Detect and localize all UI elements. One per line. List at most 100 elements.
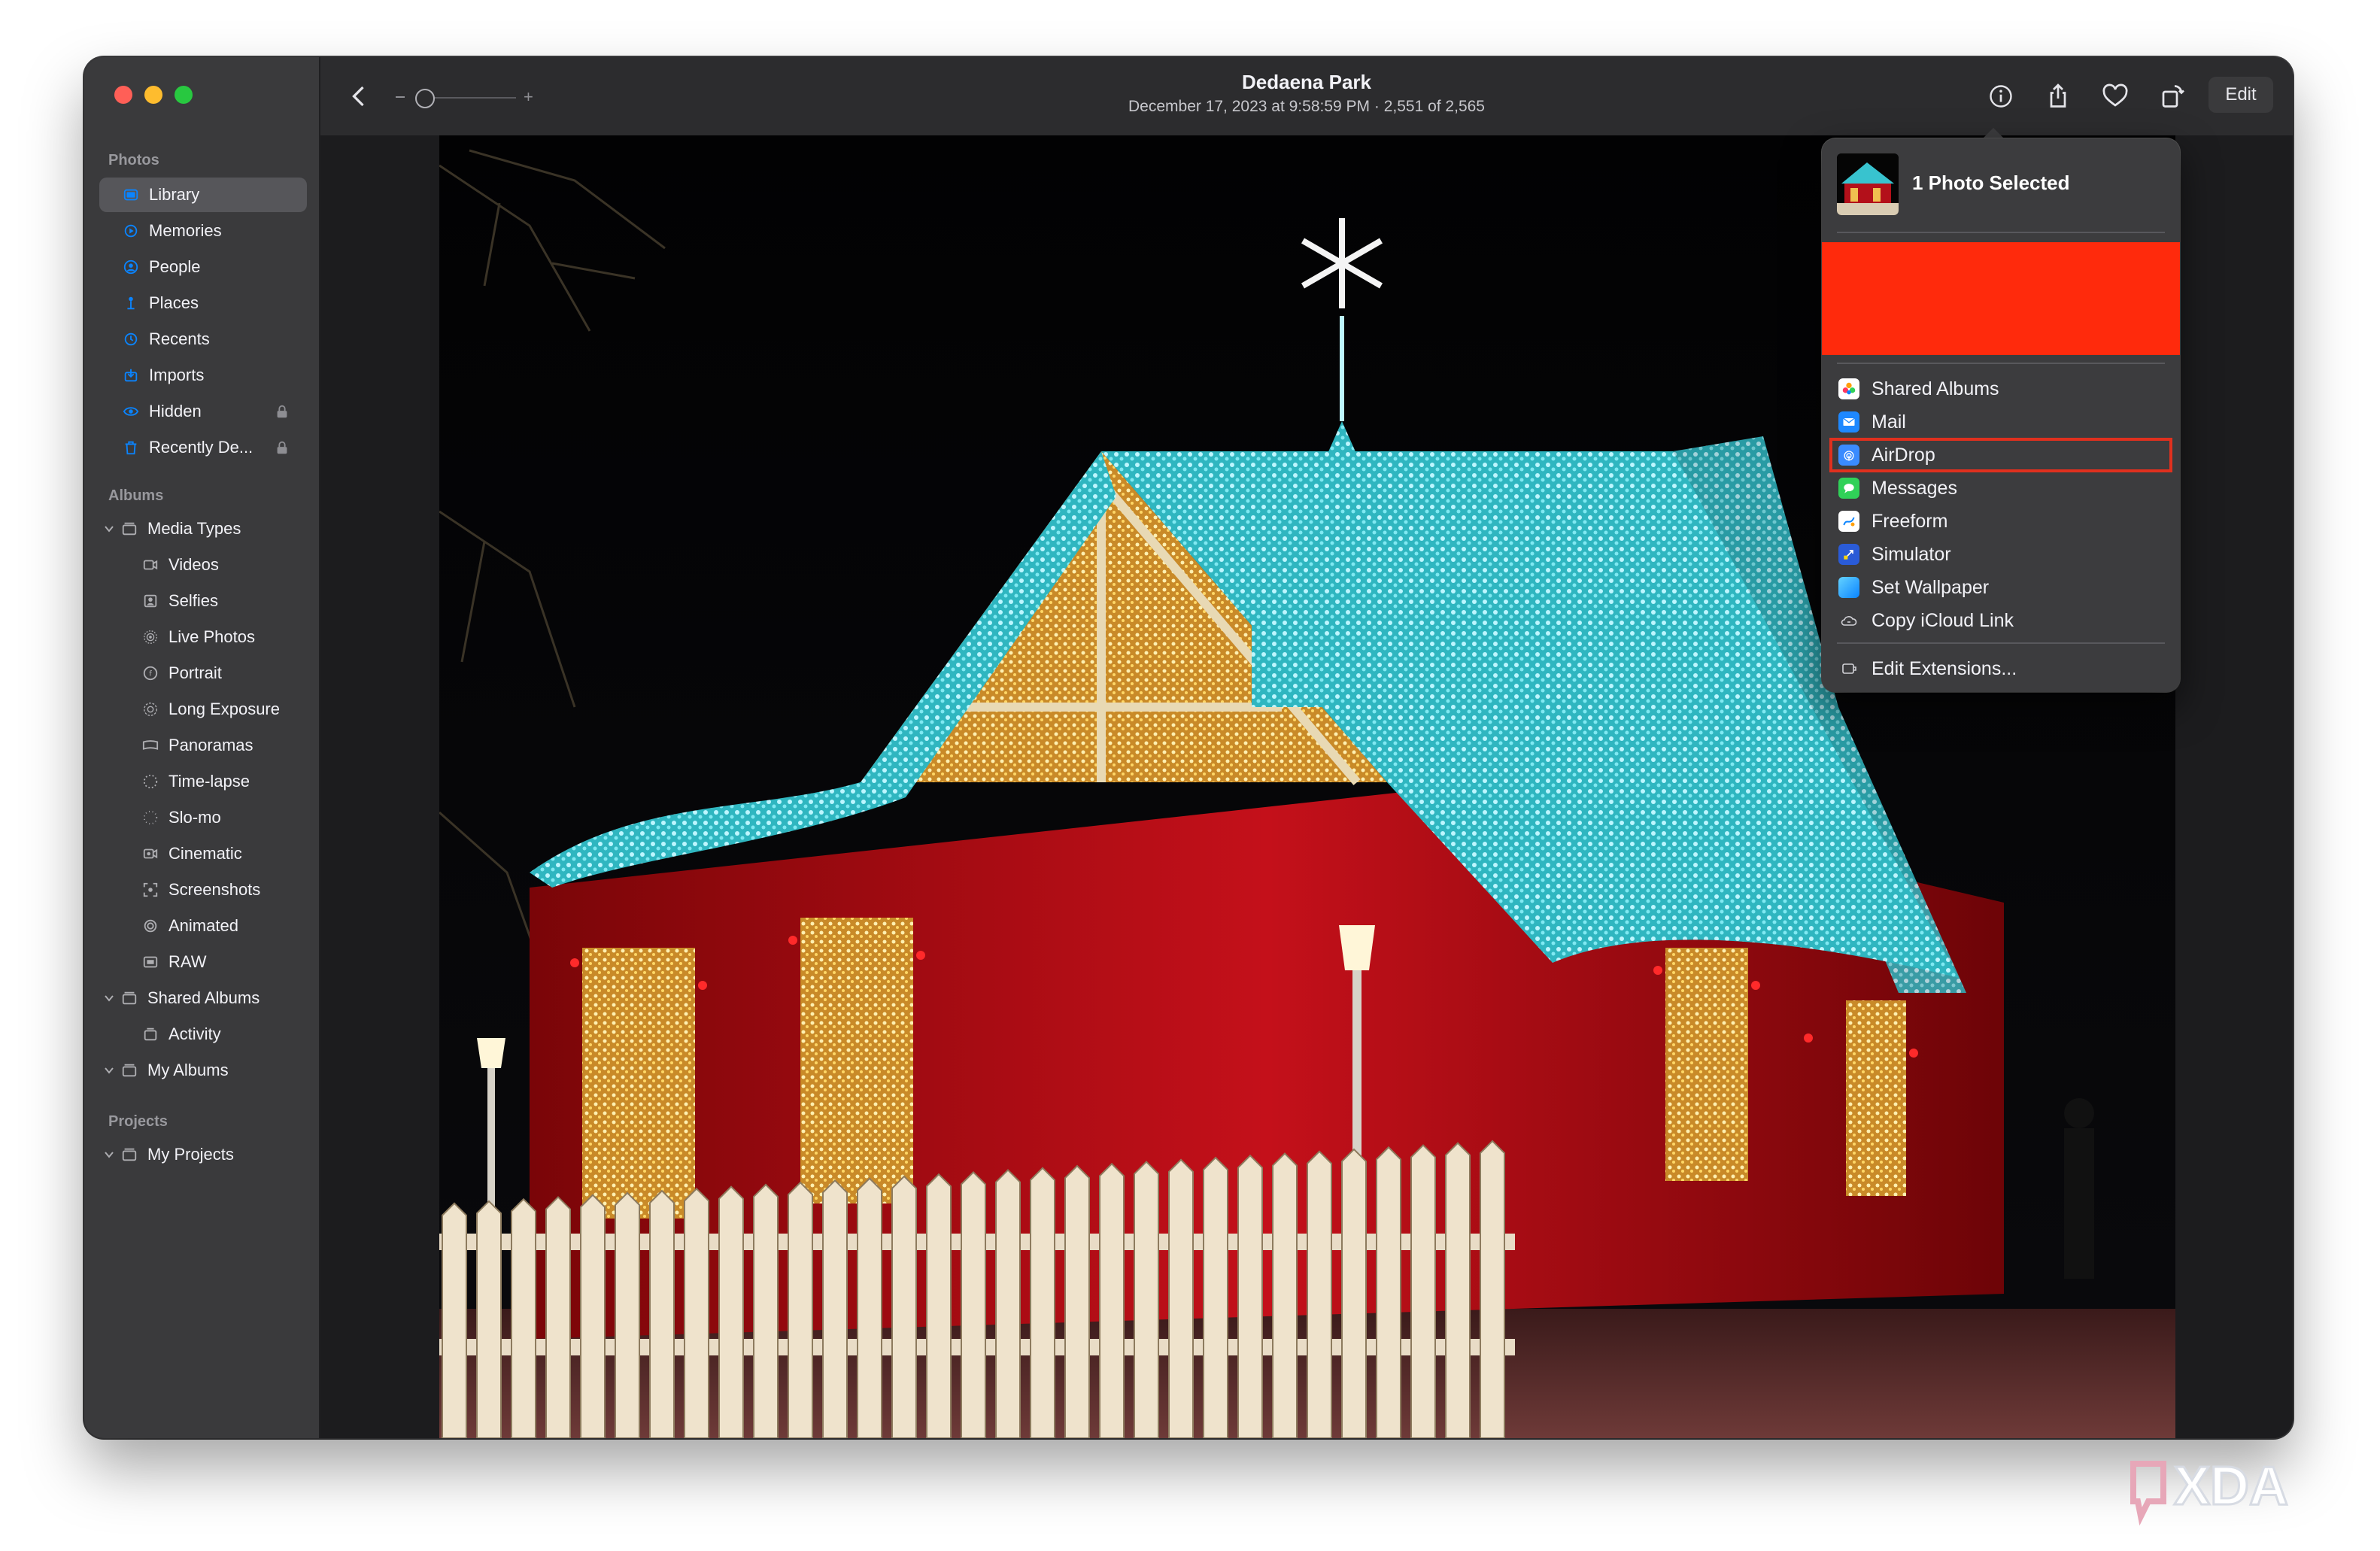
sidebar-item-label: Panoramas (168, 736, 253, 754)
share-item-mail[interactable]: Mail (1831, 406, 2171, 438)
sidebar-item-recently-deleted[interactable]: Recently De... (99, 430, 307, 465)
share-item-label: Copy iCloud Link (1872, 609, 2014, 631)
sidebar-item-library[interactable]: Library (99, 178, 307, 212)
lock-icon (277, 405, 287, 418)
close-window-button[interactable] (114, 86, 132, 104)
fence-picket (1272, 1152, 1298, 1438)
sidebar-item-recents[interactable]: Recents (99, 322, 307, 357)
long-exposure-icon (141, 700, 159, 718)
sidebar-item-screenshots[interactable]: Screenshots (99, 873, 307, 907)
sidebar-item-videos[interactable]: Videos (99, 548, 307, 582)
sidebar-item-cinematic[interactable]: Cinematic (99, 836, 307, 871)
share-item-set-wallpaper[interactable]: Set Wallpaper (1831, 572, 2171, 603)
fence-picket (718, 1185, 744, 1438)
edit-extensions-item[interactable]: Edit Extensions... (1831, 653, 2171, 684)
sidebar-item-activity[interactable]: Activity (99, 1017, 307, 1052)
folder-icon (120, 520, 138, 538)
share-button[interactable] (2042, 80, 2075, 113)
sidebar-item-animated[interactable]: Animated (99, 909, 307, 943)
extensions-icon (1838, 658, 1859, 679)
fence-picket (1376, 1146, 1401, 1438)
fence-picket (961, 1170, 986, 1438)
messages-icon (1838, 478, 1859, 499)
favorite-button[interactable] (2099, 80, 2132, 113)
screenshots-icon (141, 881, 159, 899)
sidebar-item-label: Cinematic (168, 844, 242, 863)
sidebar-item-portrait[interactable]: f Portrait (99, 656, 307, 691)
sidebar-item-media-types[interactable]: Media Types (99, 511, 307, 546)
fence-picket (857, 1177, 882, 1438)
chevron-down-icon[interactable] (102, 522, 116, 536)
rotate-button[interactable] (2156, 80, 2189, 113)
people-icon (122, 258, 140, 276)
edit-button[interactable]: Edit (2208, 77, 2273, 113)
share-item-label: Simulator (1872, 543, 1951, 565)
zoom-window-button[interactable] (175, 86, 193, 104)
fence-picket (753, 1183, 779, 1438)
sidebar-item-label: RAW (168, 952, 207, 971)
share-item-simulator[interactable]: Simulator (1831, 539, 2171, 570)
sidebar-item-my-projects[interactable]: My Projects (99, 1137, 307, 1172)
chevron-down-icon[interactable] (102, 991, 116, 1005)
minimize-window-button[interactable] (144, 86, 162, 104)
raw-icon (141, 953, 159, 971)
sidebar-item-selfies[interactable]: Selfies (99, 584, 307, 618)
chevron-down-icon[interactable] (102, 1148, 116, 1161)
sidebar-item-label: Slo-mo (168, 808, 221, 827)
share-item-freeform[interactable]: Freeform (1831, 505, 2171, 537)
photo-thumbnail (1837, 153, 1899, 215)
sidebar-item-memories[interactable]: Memories (99, 214, 307, 248)
airdrop-icon (1838, 445, 1859, 466)
fence-picket (1203, 1156, 1228, 1438)
sidebar-item-label: Time-lapse (168, 772, 250, 791)
sidebar-item-time-lapse[interactable]: Time-lapse (99, 764, 307, 799)
sidebar-item-panoramas[interactable]: Panoramas (99, 728, 307, 763)
fence-picket (476, 1200, 502, 1438)
sidebar-item-my-albums[interactable]: My Albums (99, 1053, 307, 1088)
info-button[interactable] (1984, 80, 2017, 113)
fence-picket (1480, 1140, 1505, 1438)
activity-icon (141, 1025, 159, 1043)
sidebar-item-label: Screenshots (168, 880, 261, 899)
sidebar-item-imports[interactable]: Imports (99, 358, 307, 393)
rotate-icon (2162, 85, 2184, 108)
sidebar-item-live-photos[interactable]: Live Photos (99, 620, 307, 654)
sidebar-item-label: Selfies (168, 591, 219, 610)
videos-icon (141, 556, 159, 574)
sidebar-item-label: Recents (149, 329, 210, 348)
toolbar: + Dedaena Park December 17, 2023 at 9:58… (320, 57, 2293, 135)
sidebar-item-long-exposure[interactable]: Long Exposure (99, 692, 307, 727)
share-item-label: Mail (1872, 411, 1906, 433)
heart-icon (2102, 83, 2128, 107)
sidebar-item-people[interactable]: People (99, 250, 307, 284)
divider (1837, 232, 2165, 233)
share-item-copy-icloud-link[interactable]: Copy iCloud Link (1831, 605, 2171, 636)
fence-picket (1134, 1161, 1159, 1438)
projects-section-title: Projects (108, 1113, 168, 1130)
chevron-down-icon[interactable] (102, 1064, 116, 1077)
shared-albums-icon (1838, 378, 1859, 399)
folder-icon (120, 1061, 138, 1079)
share-item-messages[interactable]: Messages (1831, 472, 2171, 504)
share-menu: 1 Photo Selected Shared Albums Mail AirD… (1822, 138, 2180, 692)
sidebar-item-slo-mo[interactable]: Slo-mo (99, 800, 307, 835)
redacted-block (1822, 242, 2180, 355)
photos-section-title: Photos (108, 152, 159, 168)
sidebar-item-raw[interactable]: RAW (99, 945, 307, 979)
sidebar-item-hidden[interactable]: Hidden (99, 394, 307, 429)
sidebar-item-places[interactable]: Places (99, 286, 307, 320)
portrait-icon: f (141, 664, 159, 682)
share-item-airdrop[interactable]: AirDrop (1829, 438, 2172, 472)
sidebar-item-label: Animated (168, 916, 238, 935)
fence-picket (684, 1188, 709, 1438)
freeform-icon (1838, 511, 1859, 532)
live-photos-icon (141, 628, 159, 646)
share-item-shared-albums[interactable]: Shared Albums (1831, 373, 2171, 405)
selfies-icon (141, 592, 159, 610)
sidebar-item-label: Shared Albums (147, 988, 260, 1007)
fence-picket (1064, 1164, 1090, 1438)
shared-folder-icon (120, 989, 138, 1007)
xda-logo: XDA (2126, 1449, 2359, 1531)
sidebar-item-shared-albums[interactable]: Shared Albums (99, 981, 307, 1015)
folder-icon (120, 1146, 138, 1164)
